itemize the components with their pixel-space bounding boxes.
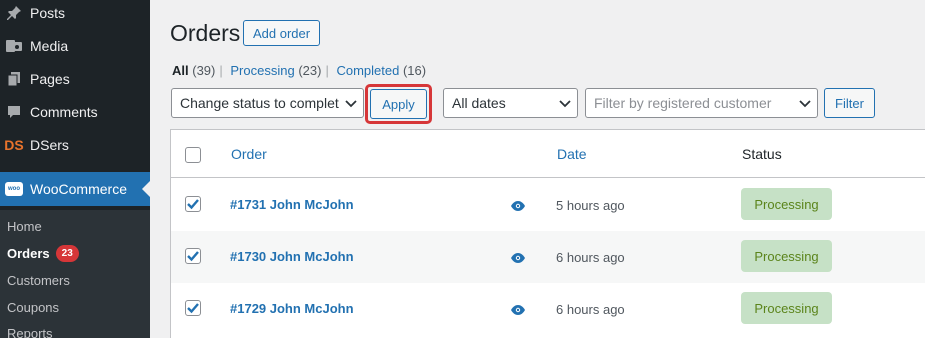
order-link[interactable]: #1731 John McJohn <box>230 197 354 212</box>
row-checkbox[interactable] <box>185 300 201 316</box>
preview-eye-icon[interactable] <box>511 305 525 315</box>
checkmark-icon <box>187 251 199 262</box>
submenu-item-customers[interactable]: Customers <box>7 273 70 288</box>
sidebar-item-comments[interactable]: Comments <box>0 95 150 128</box>
orders-count-badge: 23 <box>55 245 79 262</box>
pushpin-icon <box>3 3 25 23</box>
order-column-header[interactable]: Order <box>231 146 267 162</box>
pages-icon <box>3 69 25 89</box>
table-row[interactable]: #1730 John McJohn 6 hours ago Processing <box>171 231 925 283</box>
status-badge: Processing <box>741 240 832 272</box>
table-row[interactable]: #1729 John McJohn 6 hours ago Processing <box>171 283 925 335</box>
status-column-header: Status <box>742 146 782 162</box>
add-order-button[interactable]: Add order <box>243 20 321 46</box>
submenu-item-orders[interactable]: Orders 23 <box>7 245 79 262</box>
dsers-logo-icon: DS <box>4 136 24 153</box>
order-date: 6 hours ago <box>556 250 625 265</box>
date-column-header[interactable]: Date <box>557 146 587 162</box>
view-all[interactable]: All (39) <box>172 63 215 78</box>
order-date: 6 hours ago <box>556 302 625 317</box>
apply-button[interactable]: Apply <box>370 89 427 119</box>
row-checkbox[interactable] <box>185 196 201 212</box>
row-checkbox[interactable] <box>185 248 201 264</box>
view-processing[interactable]: Processing (23) <box>230 63 321 78</box>
table-header: Order Date Status <box>171 130 925 178</box>
bulk-action-select[interactable]: Change status to complet <box>171 88 364 118</box>
status-badge: Processing <box>741 292 832 324</box>
filter-button[interactable]: Filter <box>824 88 875 118</box>
customer-filter-select[interactable]: Filter by registered customer <box>585 88 818 118</box>
woocommerce-icon: woo <box>3 179 25 199</box>
submenu-item-coupons[interactable]: Coupons <box>7 300 59 315</box>
select-all-checkbox[interactable] <box>185 147 201 163</box>
sidebar-item-dsers[interactable]: DS DSers <box>0 128 150 161</box>
order-status-views: All (39) | Processing (23) | Completed (16… <box>172 63 427 78</box>
chevron-down-icon <box>557 96 571 110</box>
admin-sidebar: Posts Media Pages Comments DS DSers woo … <box>0 0 150 338</box>
sidebar-item-pages[interactable]: Pages <box>0 62 150 95</box>
chevron-down-icon <box>797 96 811 110</box>
page-title: Orders <box>170 20 241 46</box>
checkmark-icon <box>187 303 199 314</box>
order-date: 5 hours ago <box>556 198 625 213</box>
preview-eye-icon[interactable] <box>511 253 525 263</box>
woocommerce-submenu: Home Orders 23 Customers Coupons Reports <box>0 210 150 338</box>
table-row[interactable]: #1731 John McJohn 5 hours ago Processing <box>171 179 925 231</box>
current-menu-arrow <box>142 181 150 197</box>
submenu-item-home[interactable]: Home <box>7 219 42 234</box>
order-link[interactable]: #1729 John McJohn <box>230 301 354 316</box>
orders-table: Order Date Status #1731 John McJohn 5 ho… <box>170 129 925 338</box>
date-filter-select[interactable]: All dates <box>443 88 578 118</box>
checkmark-icon <box>187 199 199 210</box>
order-link[interactable]: #1730 John McJohn <box>230 249 354 264</box>
status-badge: Processing <box>741 188 832 220</box>
sidebar-item-woocommerce[interactable]: woo WooCommerce <box>0 172 150 206</box>
view-completed[interactable]: Completed (16) <box>336 63 426 78</box>
media-icon <box>3 36 25 56</box>
sidebar-item-posts[interactable]: Posts <box>0 0 150 29</box>
preview-eye-icon[interactable] <box>511 201 525 211</box>
chevron-down-icon <box>343 96 357 110</box>
sidebar-item-media[interactable]: Media <box>0 29 150 62</box>
submenu-item-reports[interactable]: Reports <box>7 326 53 338</box>
comment-icon <box>3 102 25 122</box>
